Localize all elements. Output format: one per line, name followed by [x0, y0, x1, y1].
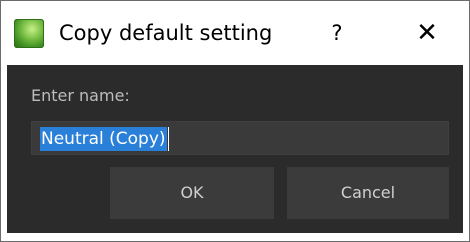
cancel-button[interactable]: Cancel [287, 167, 449, 219]
name-input[interactable]: Neutral (Copy) [31, 121, 449, 155]
copy-setting-dialog: Copy default setting ? ✕ Enter name: Neu… [0, 0, 470, 242]
selected-text: Neutral (Copy) [40, 127, 167, 151]
title-bar[interactable]: Copy default setting ? ✕ [1, 1, 469, 65]
dialog-body: Enter name: Neutral (Copy) OK Cancel [7, 65, 463, 233]
text-caret [168, 127, 169, 151]
help-button[interactable]: ? [317, 15, 357, 51]
app-icon [14, 19, 44, 48]
window-title: Copy default setting [59, 21, 273, 45]
ok-button[interactable]: OK [110, 167, 274, 219]
name-label: Enter name: [31, 86, 130, 105]
close-button[interactable]: ✕ [405, 15, 449, 51]
